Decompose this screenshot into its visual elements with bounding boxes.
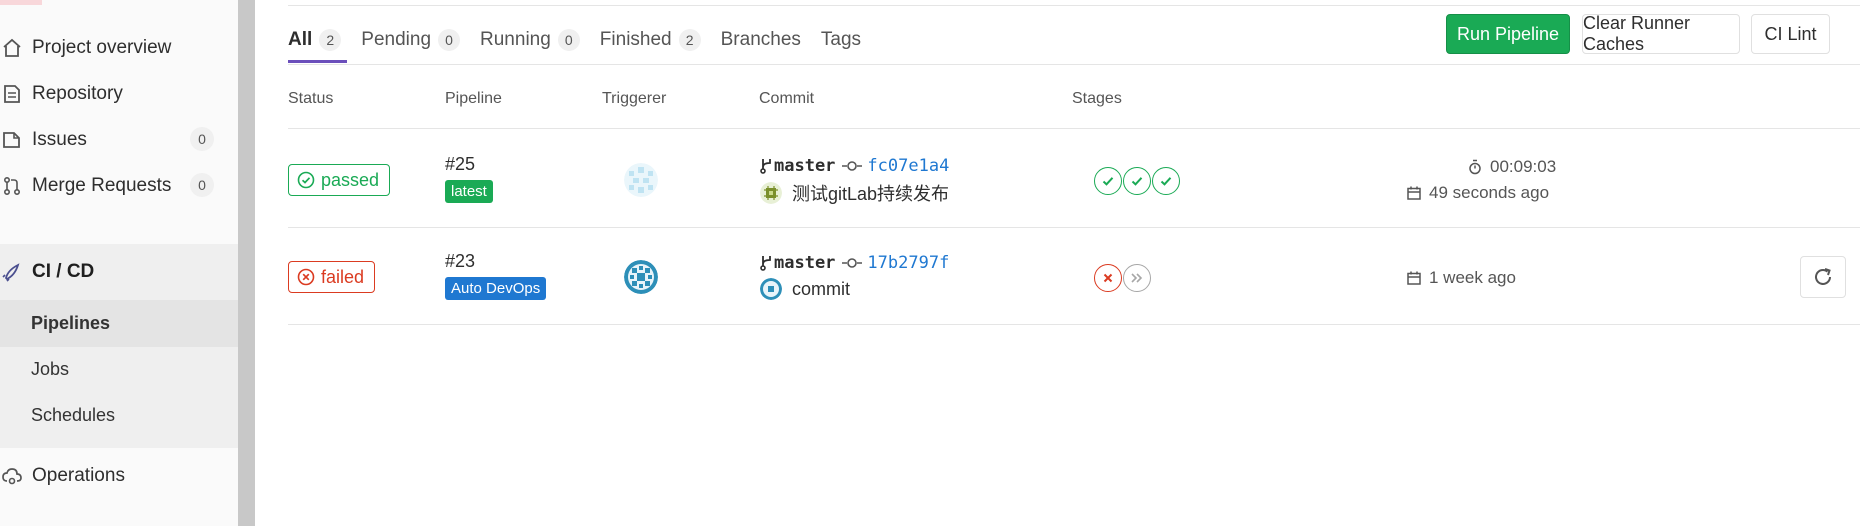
pipeline-tabs: All 2 Pending 0 Running 0 Finished 2 Bra… [288, 20, 881, 64]
status-label: failed [321, 266, 365, 287]
triggerer-avatar[interactable] [624, 163, 658, 197]
ci-lint-button[interactable]: CI Lint [1751, 14, 1830, 54]
commit-author-avatar[interactable] [760, 182, 782, 204]
commit-author-avatar[interactable] [760, 278, 782, 300]
clear-runner-caches-button[interactable]: Clear Runner Caches [1582, 13, 1740, 54]
tab-label: Finished [599, 29, 672, 50]
sidebar-item-label: CI / CD [32, 261, 95, 282]
stage-skipped-icon[interactable] [1123, 264, 1151, 292]
status-badge-passed[interactable]: passed [288, 164, 391, 196]
pipelines-main: All 2 Pending 0 Running 0 Finished 2 Bra… [255, 0, 1870, 526]
branch-name-link[interactable]: master [774, 253, 835, 273]
document-icon [2, 83, 26, 105]
retry-button[interactable] [1800, 256, 1846, 298]
duration-text: 00:09:03 [1490, 157, 1557, 176]
tabs-divider [288, 64, 1860, 65]
row-divider [288, 324, 1860, 325]
header-status: Status [288, 90, 334, 107]
top-divider [288, 5, 1860, 6]
tab-count-badge: 2 [678, 29, 701, 51]
stage-success-icon[interactable] [1094, 167, 1122, 195]
header-triggerer: Triggerer [602, 90, 667, 107]
row-divider [288, 227, 1860, 228]
sidebar-item-merge-requests[interactable]: Merge Requests 0 [0, 158, 238, 214]
commit-message: 测试gitLab持续发布 [760, 180, 949, 206]
finished-time-text: 49 seconds ago [1429, 183, 1550, 202]
tab-finished[interactable]: Finished 2 [600, 20, 701, 60]
commit-message-link[interactable]: 测试gitLab持续发布 [792, 180, 949, 206]
subnav-item-jobs[interactable]: Jobs [31, 359, 69, 380]
commit-message: commit [760, 278, 850, 300]
commit-icon [841, 257, 863, 269]
issues-count-badge: 0 [190, 127, 214, 151]
pipeline-id-link[interactable]: #23 [445, 251, 475, 272]
calendar-icon [1407, 186, 1421, 200]
sidebar-scrollbar[interactable] [238, 0, 255, 526]
finished-time-text: 1 week ago [1429, 268, 1516, 287]
stopwatch-icon [1469, 159, 1481, 175]
sidebar-item-label: Merge Requests [32, 175, 172, 196]
triggerer-avatar[interactable] [624, 260, 658, 294]
tab-all[interactable]: All 2 [288, 20, 348, 63]
rocket-icon [2, 261, 26, 283]
x-circle-icon [297, 268, 315, 286]
tab-count-badge: 0 [557, 29, 580, 51]
stage-failed-icon[interactable] [1094, 264, 1122, 292]
commit-sha-link[interactable]: 17b2797f [867, 253, 949, 273]
run-pipeline-button[interactable]: Run Pipeline [1446, 14, 1570, 54]
tab-pending[interactable]: Pending 0 [361, 20, 461, 60]
tab-label: Pending [361, 29, 432, 50]
cloud-gear-icon [2, 465, 26, 487]
tab-branches[interactable]: Branches [721, 20, 801, 60]
sidebar-item-operations[interactable]: Operations [0, 448, 238, 504]
auto-devops-tag: Auto DevOps [445, 277, 547, 300]
home-icon [2, 37, 26, 59]
tab-count-badge: 0 [438, 29, 461, 51]
sidebar-item-label: Issues [32, 129, 87, 150]
retry-icon [1815, 268, 1831, 285]
pipeline-finished-time: 1 week ago [1407, 268, 1516, 288]
commit-ref: master 17b2797f [760, 253, 949, 273]
status-label: passed [321, 169, 380, 190]
tab-count-badge: 2 [319, 29, 342, 51]
tab-running[interactable]: Running 0 [480, 20, 580, 60]
sidebar-top-accent [0, 0, 42, 5]
table-header-divider [288, 128, 1860, 129]
sidebar-item-ci-cd[interactable]: CI / CD [0, 244, 238, 300]
header-commit: Commit [759, 90, 815, 107]
commit-ref: master fc07e1a4 [760, 156, 949, 176]
tab-label: Running [480, 29, 551, 50]
tab-label: All [288, 29, 313, 50]
sidebar-item-label: Operations [32, 465, 125, 486]
branch-icon [760, 255, 774, 271]
tab-label: Tags [820, 29, 862, 50]
latest-tag: latest [445, 180, 493, 203]
pipeline-id-link[interactable]: #25 [445, 154, 475, 175]
header-pipeline: Pipeline [445, 90, 502, 107]
issues-icon [2, 129, 26, 151]
tab-label: Branches [720, 29, 801, 50]
check-circle-icon [297, 171, 315, 189]
merge-requests-count-badge: 0 [190, 173, 214, 197]
sidebar-item-label: Project overview [32, 37, 172, 58]
tab-tags[interactable]: Tags [821, 20, 861, 60]
sidebar-item-label: Repository [32, 83, 123, 104]
commit-message-link[interactable]: commit [792, 279, 850, 300]
stage-success-icon[interactable] [1152, 167, 1180, 195]
branch-name-link[interactable]: master [774, 156, 835, 176]
subnav-item-schedules[interactable]: Schedules [31, 405, 115, 426]
calendar-icon [1407, 271, 1421, 285]
status-badge-failed[interactable]: failed [288, 261, 376, 293]
commit-sha-link[interactable]: fc07e1a4 [867, 156, 949, 176]
pipeline-finished-time: 49 seconds ago [1407, 183, 1549, 203]
merge-request-icon [2, 175, 26, 197]
subnav-item-pipelines[interactable]: Pipelines [31, 313, 110, 334]
stage-success-icon[interactable] [1123, 167, 1151, 195]
pipeline-duration: 00:09:03 [1468, 157, 1556, 177]
branch-icon [760, 158, 774, 174]
commit-icon [841, 160, 863, 172]
header-stages: Stages [1072, 90, 1122, 107]
sidebar: Project overview Repository Issues 0 Mer… [0, 0, 239, 526]
